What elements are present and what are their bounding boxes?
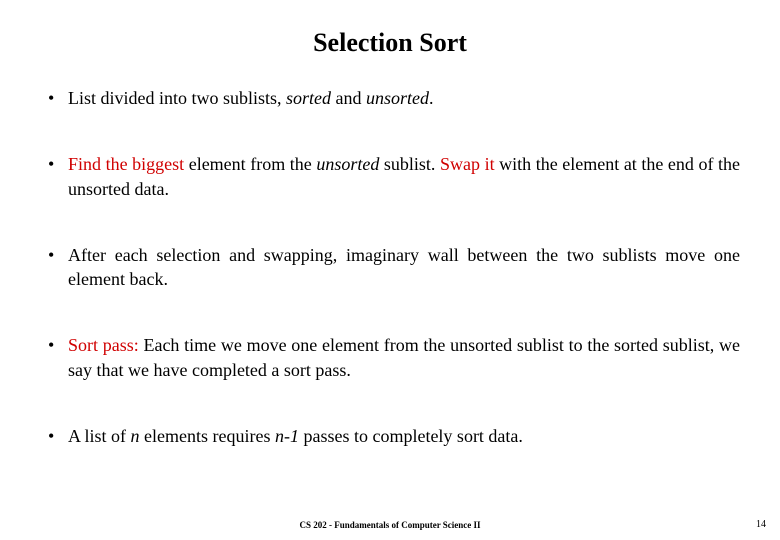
bullet-item: List divided into two sublists, sorted a… (40, 86, 740, 110)
text: element from the (184, 154, 316, 174)
text: A list of (68, 426, 131, 446)
sort-pass-term: Sort pass: (68, 335, 139, 355)
bullet-list: List divided into two sublists, sorted a… (40, 86, 740, 448)
text: elements requires (140, 426, 275, 446)
page-number: 14 (756, 519, 766, 530)
bullet-item: A list of n elements requires n-1 passes… (40, 424, 740, 448)
find-biggest-term: Find the biggest (68, 154, 184, 174)
n-var: n (131, 426, 140, 446)
text: List divided into two sublists, (68, 88, 286, 108)
sorted-term: sorted (286, 88, 331, 108)
swap-it-term: Swap it (440, 154, 495, 174)
bullet-item: After each selection and swapping, imagi… (40, 243, 740, 292)
footer-course: CS 202 - Fundamentals of Computer Scienc… (0, 520, 780, 530)
bullet-item: Find the biggest element from the unsort… (40, 152, 740, 201)
text: . (429, 88, 434, 108)
text: After each selection and swapping, imagi… (68, 245, 740, 289)
slide-title: Selection Sort (40, 28, 740, 58)
slide: Selection Sort List divided into two sub… (0, 0, 780, 540)
text: sublist. (379, 154, 440, 174)
text: passes to completely sort data. (299, 426, 523, 446)
bullet-item: Sort pass: Each time we move one element… (40, 333, 740, 382)
n-minus-1-var: n-1 (275, 426, 299, 446)
text: Each time we move one element from the u… (68, 335, 740, 379)
unsorted-term: unsorted (366, 88, 429, 108)
text: and (331, 88, 366, 108)
unsorted-term: unsorted (316, 154, 379, 174)
